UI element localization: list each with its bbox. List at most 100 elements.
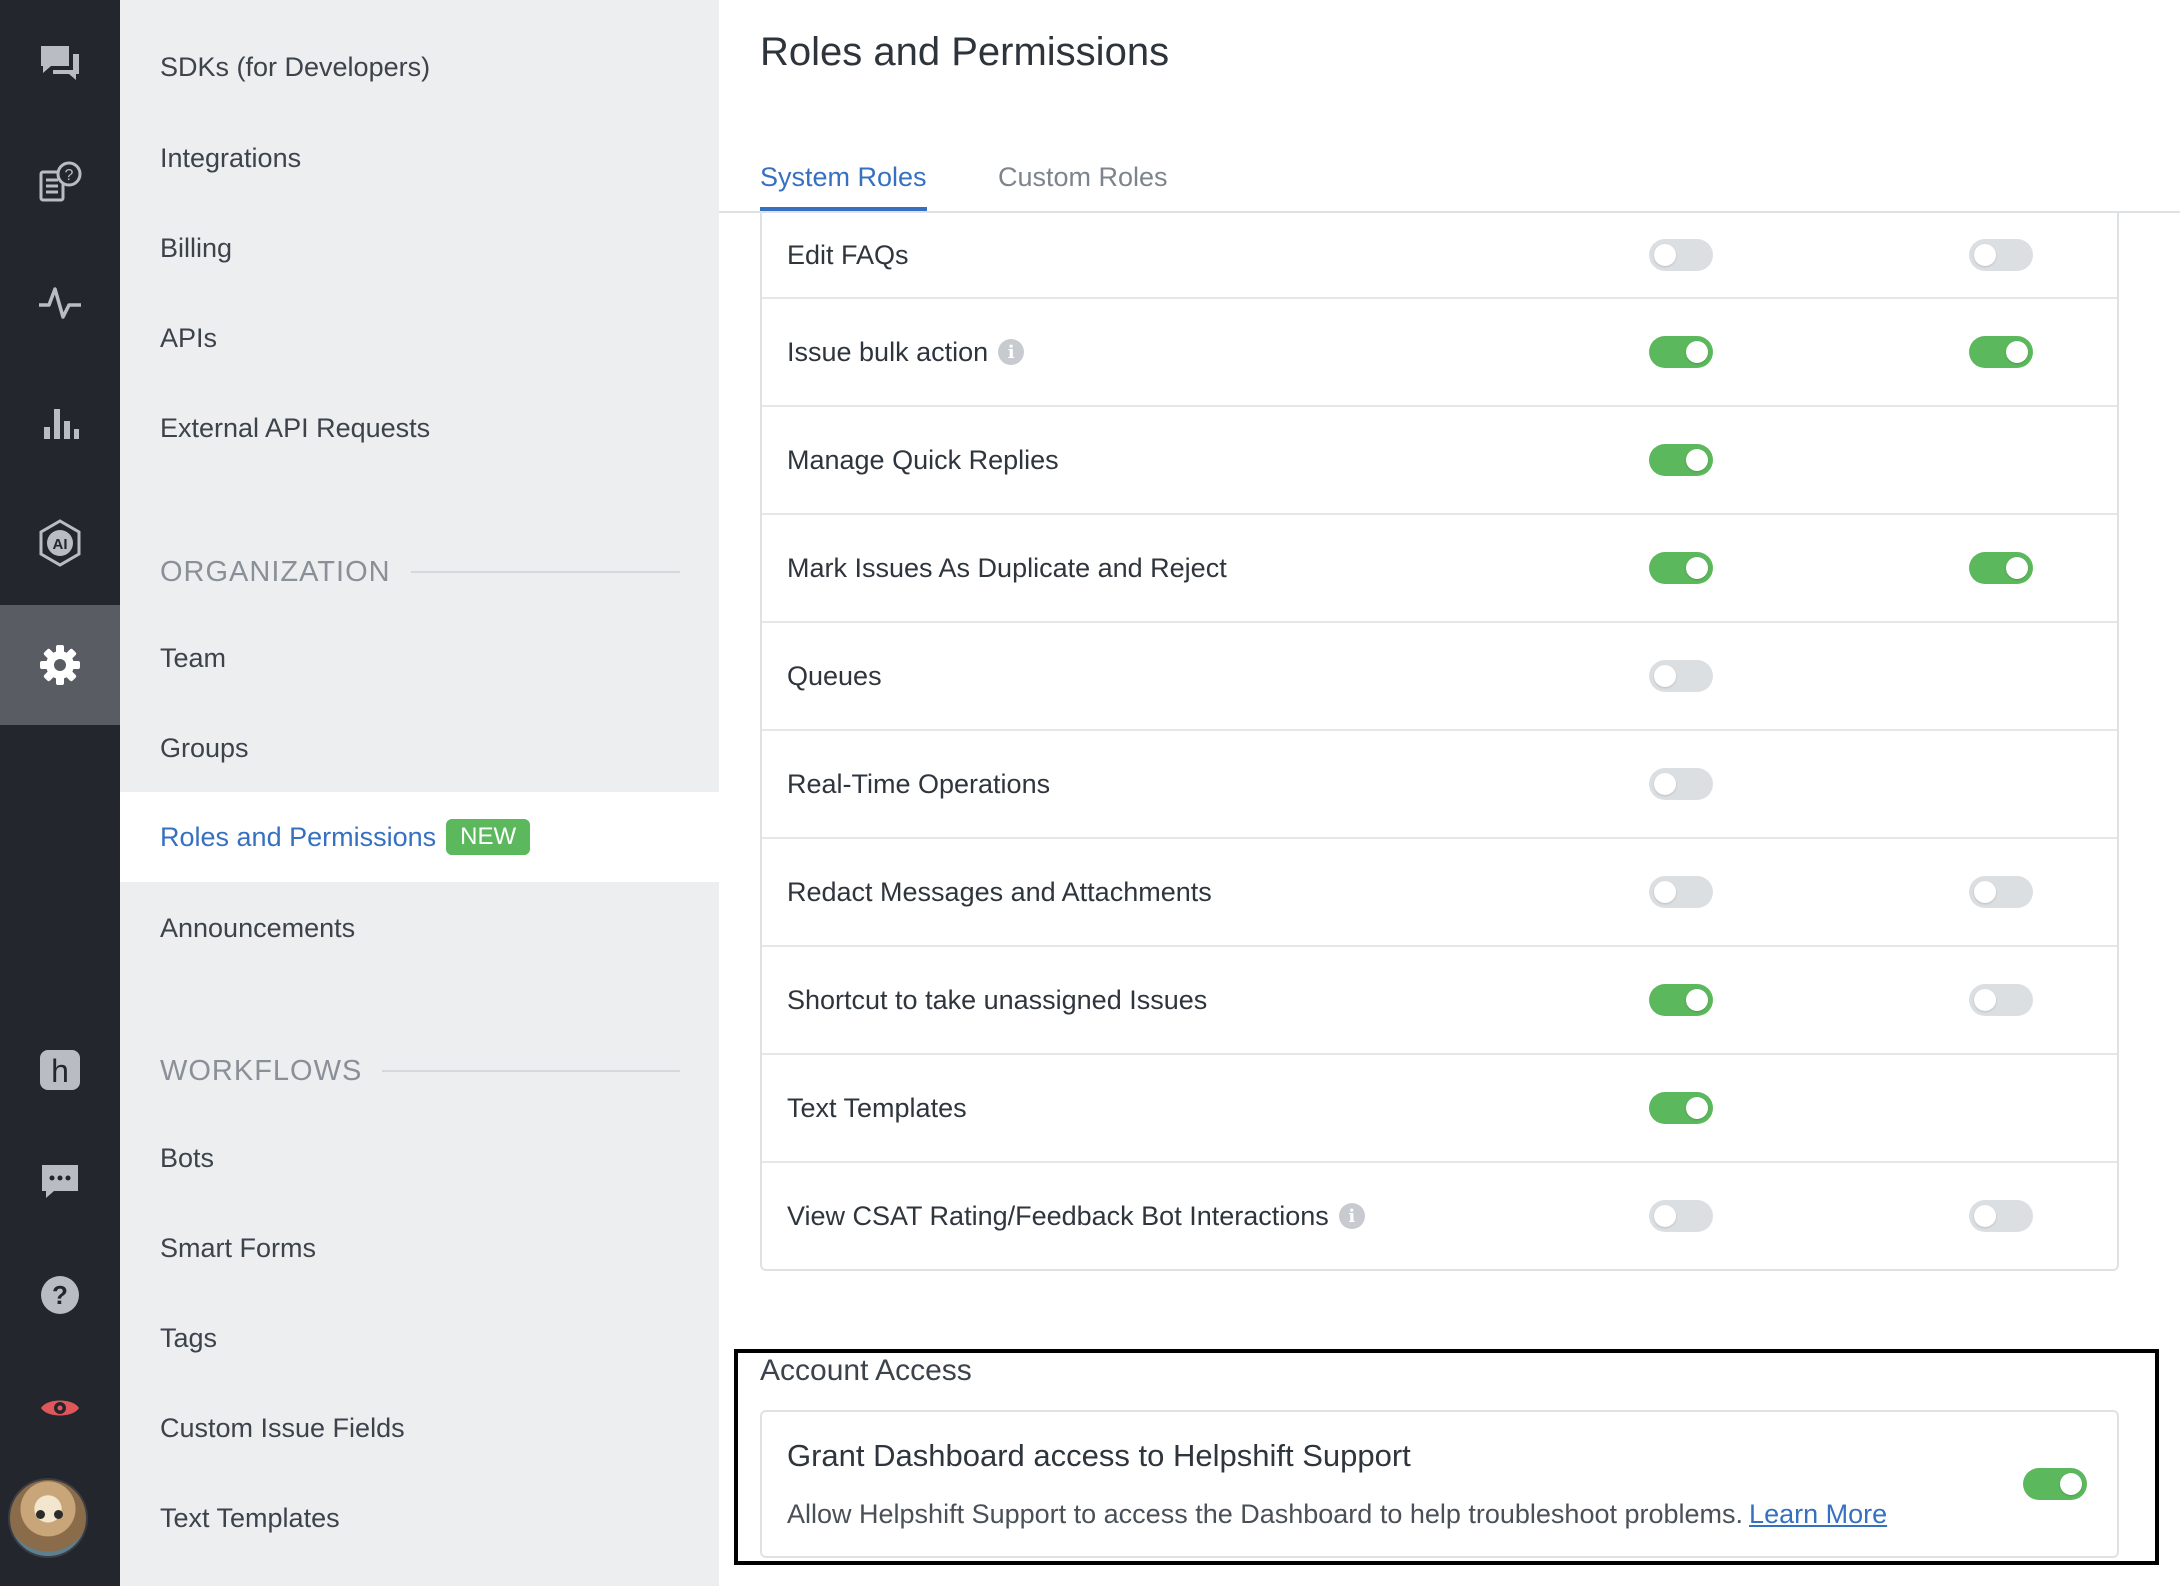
permission-label-text: Shortcut to take unassigned Issues xyxy=(787,984,1208,1015)
account-access-title: Grant Dashboard access to Helpshift Supp… xyxy=(787,1438,1411,1473)
permission-label: Edit FAQs xyxy=(787,213,909,297)
nav-item-text-templates[interactable]: Text Templates xyxy=(120,1473,719,1563)
permission-label: Mark Issues As Duplicate and Reject xyxy=(787,515,1227,621)
nav-item-tags[interactable]: Tags xyxy=(120,1293,719,1383)
rail-item-ai[interactable]: AI xyxy=(0,483,120,603)
nav-item-apis[interactable]: APIs xyxy=(120,293,719,383)
settings-gear-icon xyxy=(40,645,80,685)
nav-item-external-api-requests[interactable]: External API Requests xyxy=(120,383,719,473)
nav-item-label: Roles and Permissions xyxy=(160,821,437,852)
ai-icon: AI xyxy=(39,519,81,567)
permission-label-text: Issue bulk action xyxy=(787,336,989,367)
svg-text:AI: AI xyxy=(53,536,68,553)
toggle-knob xyxy=(2006,341,2028,363)
permission-toggle-role-1[interactable] xyxy=(1649,1200,1713,1232)
helpshift-h-icon: h xyxy=(40,1050,80,1090)
nav-item-groups[interactable]: Groups xyxy=(120,703,719,793)
rail-item-help[interactable]: ? xyxy=(0,1235,120,1355)
permission-toggle-role-1[interactable] xyxy=(1649,1092,1713,1124)
nav-item-label: Groups xyxy=(160,732,249,763)
faq-icon: ? xyxy=(39,161,82,202)
permission-label-text: Text Templates xyxy=(787,1092,967,1123)
toggle-knob xyxy=(1686,341,1708,363)
permission-label: Issue bulk action i xyxy=(787,299,1025,405)
rail-item-activity[interactable] xyxy=(0,243,120,363)
permission-toggle-role-1[interactable] xyxy=(1649,876,1713,908)
nav-item-sdks[interactable]: SDKs (for Developers) xyxy=(120,22,719,112)
nav-item-label: Bots xyxy=(160,1142,215,1173)
toggle-knob xyxy=(1654,773,1676,795)
nav-item-label: SDKs (for Developers) xyxy=(160,51,431,82)
chat-bubbles-icon xyxy=(41,46,79,80)
nav-item-team[interactable]: Team xyxy=(120,613,719,703)
permission-row: Mark Issues As Duplicate and Reject xyxy=(762,515,2117,623)
user-avatar[interactable] xyxy=(8,1478,88,1558)
permission-toggle-role-1[interactable] xyxy=(1649,768,1713,800)
section-divider xyxy=(410,571,680,573)
rail-item-messages[interactable] xyxy=(0,1121,120,1241)
toggle-knob xyxy=(1974,244,1996,266)
nav-item-label: Announcements xyxy=(160,912,356,943)
settings-nav: SDKs (for Developers) Integrations Billi… xyxy=(120,0,719,1586)
nav-item-label: Billing xyxy=(160,232,233,263)
nav-item-label: Custom Issue Fields xyxy=(160,1412,405,1443)
permission-toggle-role-2[interactable] xyxy=(1969,1200,2033,1232)
nav-item-label: Smart Forms xyxy=(160,1232,317,1263)
help-icon: ? xyxy=(41,1276,79,1314)
nav-item-smart-forms[interactable]: Smart Forms xyxy=(120,1203,719,1293)
rail-item-conversations[interactable] xyxy=(0,3,120,123)
permission-row: Queues xyxy=(762,623,2117,731)
nav-item-label: Tags xyxy=(160,1322,218,1353)
permission-label-text: Mark Issues As Duplicate and Reject xyxy=(787,552,1227,583)
toggle-knob xyxy=(2060,1473,2082,1495)
nav-item-announcements[interactable]: Announcements xyxy=(120,883,719,973)
nav-item-roles-and-permissions[interactable]: Roles and Permissions NEW xyxy=(120,792,719,882)
toggle-knob xyxy=(1974,989,1996,1011)
permission-label-text: Queues xyxy=(787,660,882,691)
main-content: Roles and Permissions System Roles Custo… xyxy=(719,0,2180,1586)
permission-toggle-role-2[interactable] xyxy=(1969,876,2033,908)
permission-label-text: Redact Messages and Attachments xyxy=(787,876,1212,907)
toggle-knob xyxy=(1654,1205,1676,1227)
grant-access-toggle[interactable] xyxy=(2023,1468,2087,1500)
toggle-knob xyxy=(1974,881,1996,903)
info-icon[interactable]: i xyxy=(998,339,1025,365)
rail-item-analytics[interactable] xyxy=(0,363,120,483)
tab-custom-roles[interactable]: Custom Roles xyxy=(998,162,1168,207)
new-badge: NEW xyxy=(446,819,531,855)
section-heading: ORGANIZATION xyxy=(160,555,391,588)
toggle-knob xyxy=(1686,557,1708,579)
permission-toggle-role-2[interactable] xyxy=(1969,552,2033,584)
permission-toggle-role-2[interactable] xyxy=(1969,239,2033,271)
permission-toggle-role-1[interactable] xyxy=(1649,239,1713,271)
permission-toggle-role-1[interactable] xyxy=(1649,336,1713,368)
permission-toggle-role-2[interactable] xyxy=(1969,336,2033,368)
nav-item-bots[interactable]: Bots xyxy=(120,1113,719,1203)
rail-item-settings[interactable] xyxy=(0,605,120,725)
nav-section-organization: ORGANIZATION xyxy=(160,552,680,592)
permission-row: Real-Time Operations xyxy=(762,731,2117,839)
page-title: Roles and Permissions xyxy=(760,30,1170,74)
permission-row: Manage Quick Replies xyxy=(762,407,2117,515)
rail-item-faqs[interactable]: ? xyxy=(0,123,120,243)
permission-toggle-role-1[interactable] xyxy=(1649,444,1713,476)
section-heading: WORKFLOWS xyxy=(160,1054,363,1087)
permission-toggle-role-1[interactable] xyxy=(1649,984,1713,1016)
tab-system-roles[interactable]: System Roles xyxy=(760,162,927,211)
nav-item-custom-issue-fields[interactable]: Custom Issue Fields xyxy=(120,1383,719,1473)
rail-item-eye[interactable] xyxy=(0,1348,120,1468)
nav-item-integrations[interactable]: Integrations xyxy=(120,113,719,203)
permission-label-text: View CSAT Rating/Feedback Bot Interactio… xyxy=(787,1200,1329,1231)
toggle-knob xyxy=(1974,1205,1996,1227)
permission-row: Edit FAQs xyxy=(762,213,2117,299)
info-icon[interactable]: i xyxy=(1338,1203,1365,1229)
toggle-knob xyxy=(1686,449,1708,471)
permission-toggle-role-1[interactable] xyxy=(1649,660,1713,692)
nav-item-billing[interactable]: Billing xyxy=(120,203,719,293)
permission-label: Real-Time Operations xyxy=(787,731,1050,837)
rail-item-helpshift[interactable]: h xyxy=(0,1010,120,1130)
eye-icon xyxy=(41,1400,79,1416)
learn-more-link[interactable]: Learn More xyxy=(1749,1499,1887,1529)
permission-toggle-role-2[interactable] xyxy=(1969,984,2033,1016)
permission-toggle-role-1[interactable] xyxy=(1649,552,1713,584)
